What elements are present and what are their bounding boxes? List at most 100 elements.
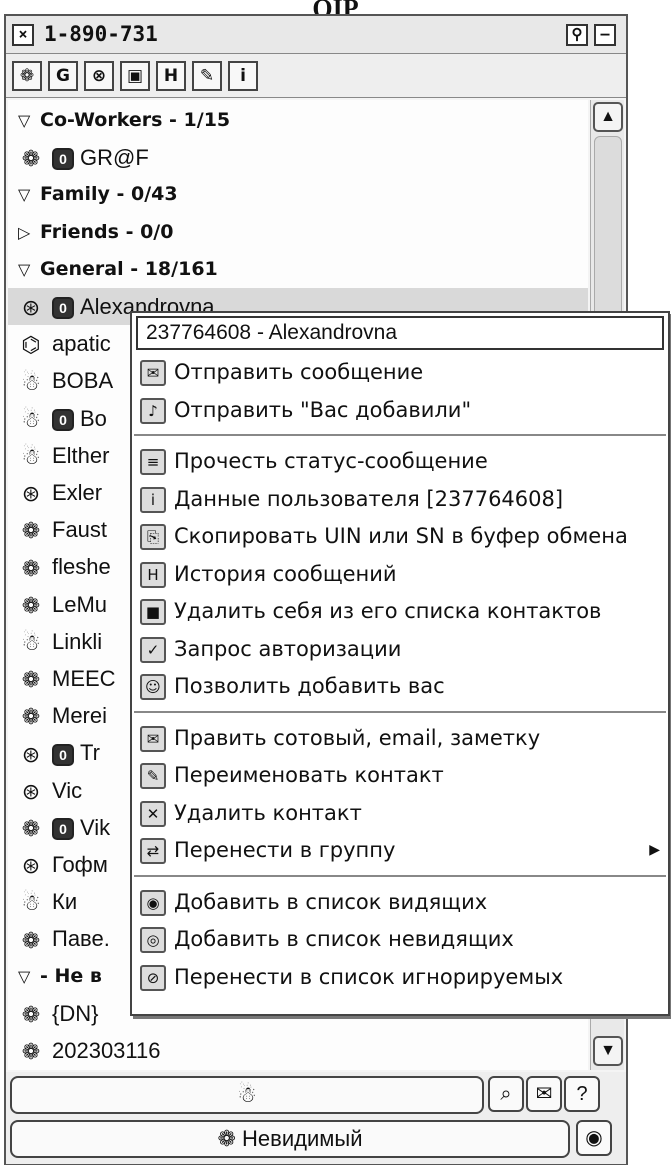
menu-separator — [134, 710, 666, 713]
menu-send-added-icon: ♪ — [140, 397, 166, 424]
menu-edit-contact[interactable]: ✉ Править сотовый, email, заметку — [132, 719, 668, 757]
menu-add-visible-icon: ◉ — [140, 889, 166, 916]
contact-name: Merei — [52, 703, 108, 729]
menu-item-label: Прочесть статус-сообщение — [174, 449, 488, 473]
xstatus-badge-icon: 0 — [52, 743, 74, 766]
title-bar: × 1-890-731 ⚲ – — [6, 16, 626, 54]
group-label: Co-Workers - 1/15 — [40, 109, 231, 131]
close-icon[interactable]: × — [12, 24, 34, 46]
contact-item[interactable]: ❁ 202303116 — [8, 1032, 588, 1069]
group-label: Family - 0/43 — [40, 183, 178, 206]
contact-name: Tr — [80, 740, 100, 766]
menu-allow-add-icon: ☺ — [140, 674, 166, 700]
contact-name: LeMu — [52, 591, 108, 617]
contact-status-icon: ☃ — [21, 443, 41, 469]
contact-status-icon: ❁ — [21, 592, 41, 618]
menu-add-invisible-icon: ◎ — [140, 927, 166, 953]
scroll-up-button[interactable]: ▲ — [593, 102, 623, 132]
contact-status-icon: ☃ — [21, 369, 41, 395]
card-icon[interactable]: ▣ — [120, 61, 150, 91]
menu-separator — [134, 434, 666, 436]
bottom-toolbar: ☃ ⌕ ✉ ? — [6, 1072, 626, 1118]
menu-auth-request[interactable]: ✓ Запрос авторизации — [132, 630, 668, 668]
menu-user-info[interactable]: i Данные пользователя [237764608] — [132, 480, 668, 518]
menu-item-label: Править сотовый, email, заметку — [174, 725, 541, 750]
menu-copy-uin[interactable]: ⎘ Скопировать UIN или SN в буфер обмена — [132, 517, 668, 555]
menu-move-group[interactable]: ⇄ Перенести в группу ▶ — [132, 831, 668, 869]
menu-send-added[interactable]: ♪ Отправить "Вас добавили" — [132, 391, 668, 429]
contact-name: Bo — [80, 405, 107, 431]
group-header[interactable]: ▽ Family - 0/43 — [8, 176, 588, 213]
group-header[interactable]: ▽ Co-Workers - 1/15 — [8, 102, 588, 139]
menu-delete-icon: ✕ — [140, 800, 166, 827]
menu-history[interactable]: H История сообщений — [132, 555, 668, 593]
expand-arrow-icon[interactable]: ▽ — [18, 176, 40, 213]
contact-status-icon: ☃ — [21, 629, 41, 655]
menu-rename[interactable]: ✎ Переименовать контакт — [132, 756, 668, 794]
scroll-down-button[interactable]: ▼ — [593, 1036, 623, 1066]
expand-arrow-icon[interactable]: ▽ — [18, 251, 40, 288]
history-icon[interactable]: H — [156, 61, 186, 91]
menu-add-invisible[interactable]: ◎ Добавить в список невидящих — [132, 920, 668, 958]
menu-item-label: Позволить добавить вас — [174, 674, 445, 698]
xstatus-badge-icon: 0 — [52, 148, 74, 171]
contact-status-icon: ⊛ — [21, 853, 41, 879]
group-label: Friends - 0/0 — [40, 220, 174, 243]
group-header[interactable]: ▷ Friends - 0/0 — [8, 214, 588, 251]
app-caption: QIP — [0, 0, 671, 14]
status-button[interactable]: ❁ Невидимый — [10, 1120, 570, 1158]
contact-status-icon: ❁ — [21, 518, 41, 544]
contact-status-icon: ❁ — [21, 1039, 41, 1065]
contact-status-icon: ⊛ — [21, 741, 41, 767]
window-title: 1-890-731 — [44, 22, 158, 46]
contact-name: Linkli — [52, 628, 103, 654]
menu-history-icon: H — [140, 561, 166, 588]
xstatus-badge-icon: 0 — [52, 817, 74, 840]
expand-arrow-icon[interactable]: ▽ — [18, 958, 40, 995]
main-menu-button[interactable]: ☃ — [10, 1076, 484, 1114]
privacy-eye-button[interactable]: ◉ — [576, 1120, 612, 1156]
menu-add-ignore[interactable]: ⊘ Перенести в список игнорируемых — [132, 958, 668, 996]
minimize-icon[interactable]: – — [594, 24, 616, 46]
tools-icon[interactable]: ✎ — [192, 61, 222, 91]
g-icon[interactable]: G — [48, 61, 78, 91]
toolbar: ❁ G ⊗ ▣ H ✎ i — [6, 54, 626, 98]
menu-item-label: Добавить в список невидящих — [174, 927, 514, 951]
status-flower-icon[interactable]: ❁ — [12, 61, 42, 91]
group-header[interactable]: ▽ General - 18/161 — [8, 251, 588, 288]
contact-name: Elther — [52, 442, 110, 468]
x-icon[interactable]: ⊗ — [84, 61, 114, 91]
menu-add-visible[interactable]: ◉ Добавить в список видящих — [132, 883, 668, 921]
menu-allow-add[interactable]: ☺ Позволить добавить вас — [132, 667, 668, 705]
contact-item[interactable]: ❁ 0 GR@F — [8, 139, 588, 176]
contact-name: Faust — [52, 517, 108, 543]
menu-read-status-icon: ≡ — [140, 449, 166, 475]
help-button[interactable]: ? — [564, 1076, 600, 1112]
info-icon[interactable]: i — [228, 61, 258, 91]
menu-read-status[interactable]: ≡ Прочесть статус-сообщение — [132, 442, 668, 480]
menu-item-label: Переименовать контакт — [174, 763, 444, 787]
menu-send-message[interactable]: ✉ Отправить сообщение — [132, 353, 668, 391]
menu-remove-self[interactable]: ■ Удалить себя из его списка контактов — [132, 592, 668, 630]
expand-arrow-icon[interactable]: ▷ — [18, 214, 40, 251]
menu-item-label: Данные пользователя [237764608] — [174, 486, 564, 511]
menu-item-label: Запрос авторизации — [174, 636, 402, 661]
expand-arrow-icon[interactable]: ▽ — [18, 102, 40, 139]
menu-user-info-icon: i — [140, 486, 166, 513]
contact-name: Гофм — [52, 852, 108, 877]
messages-button[interactable]: ✉ — [526, 1076, 562, 1112]
contact-status-icon: ⊛ — [21, 778, 41, 804]
contact-name: GR@F — [80, 145, 149, 171]
contact-name: fleshe — [52, 554, 111, 580]
search-button[interactable]: ⌕ — [488, 1076, 524, 1112]
pin-icon[interactable]: ⚲ — [566, 24, 588, 46]
main-menu-icon: ☃ — [237, 1082, 257, 1107]
xstatus-badge-icon: 0 — [52, 297, 74, 320]
menu-separator — [134, 874, 666, 877]
menu-remove-self-icon: ■ — [140, 599, 166, 625]
group-label: - Не в — [40, 964, 102, 987]
contact-name: Паве. — [52, 926, 110, 952]
contact-name: apatic — [52, 331, 111, 357]
menu-delete[interactable]: ✕ Удалить контакт — [132, 794, 668, 832]
status-label: Невидимый — [242, 1126, 363, 1151]
